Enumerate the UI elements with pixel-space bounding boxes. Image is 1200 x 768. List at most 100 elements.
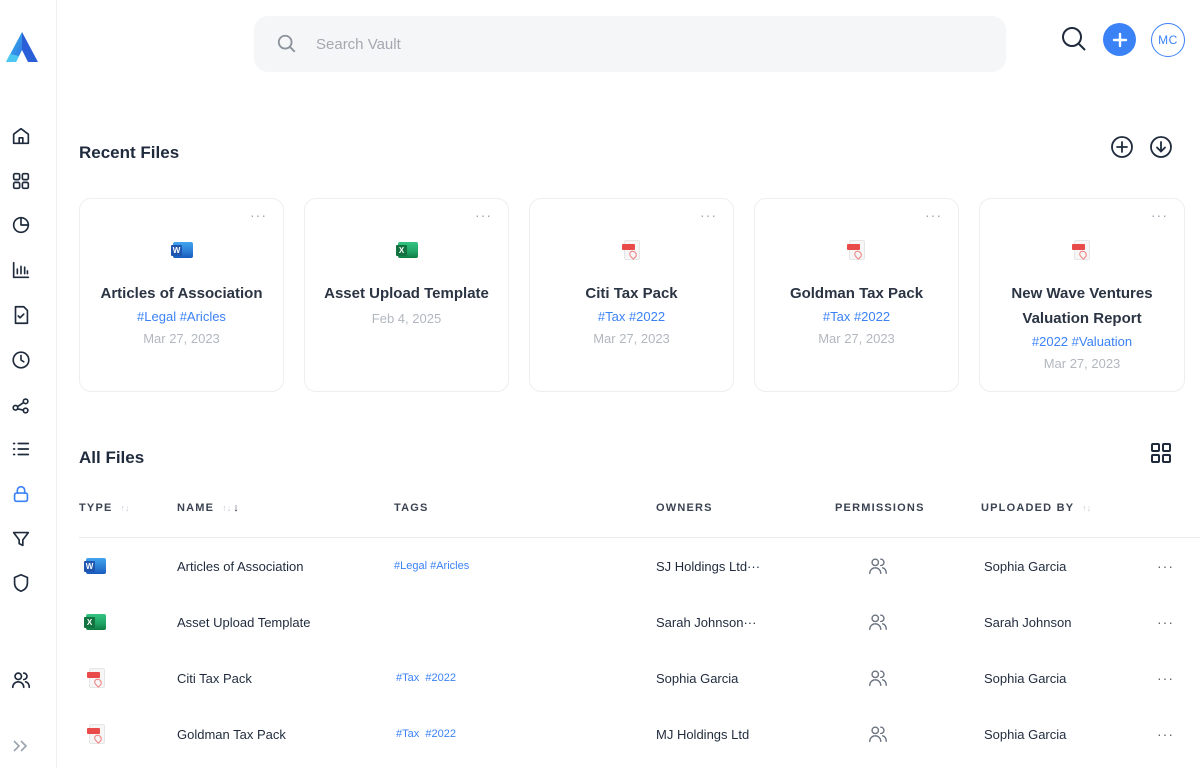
file-card-date: Feb 4, 2025: [371, 311, 442, 326]
users-icon[interactable]: [9, 668, 33, 692]
file-name[interactable]: Goldman Tax Pack: [177, 706, 286, 762]
all-files-title: All Files: [79, 448, 145, 467]
more-options-icon[interactable]: ···: [925, 207, 942, 223]
grid-view-icon: [1151, 443, 1171, 463]
column-header-tags: TAGS: [394, 502, 429, 514]
file-card-tags[interactable]: #2022 #Valuation: [1002, 331, 1162, 353]
table-row[interactable]: X Asset Upload Template Sarah Johnson···…: [79, 594, 1200, 650]
uploaded-by: Sophia Garcia: [984, 726, 1067, 742]
more-options-icon[interactable]: ···: [475, 207, 492, 223]
more-options-icon[interactable]: ···: [1157, 538, 1174, 594]
sidebar: [0, 0, 57, 768]
dashboard-grid-icon[interactable]: [9, 169, 33, 193]
file-card-date: Mar 27, 2023: [593, 331, 670, 346]
file-card[interactable]: ··· Goldman Tax Pack #Tax #2022 Mar 27, …: [754, 198, 959, 392]
file-card-tags[interactable]: #Tax #2022: [763, 306, 950, 328]
sort-desc-icon[interactable]: ↓: [233, 502, 239, 514]
pdf-file-icon: [87, 668, 105, 688]
pie-chart-icon[interactable]: [9, 213, 33, 237]
column-header-name[interactable]: NAME ↑↓ ↓: [177, 502, 239, 514]
file-card-title: Goldman Tax Pack: [789, 285, 924, 302]
recent-files-cards: ··· W Articles of Association #Legal #Ar…: [79, 198, 1185, 392]
file-owners: MJ Holdings Ltd: [656, 726, 750, 742]
file-card-date: Mar 27, 2023: [818, 331, 895, 346]
file-card-title: Articles of Association: [100, 285, 263, 302]
file-name[interactable]: Asset Upload Template: [177, 594, 310, 650]
file-card[interactable]: ··· Citi Tax Pack #Tax #2022 Mar 27, 202…: [529, 198, 734, 392]
permissions-icon[interactable]: [867, 650, 889, 706]
file-card[interactable]: ··· W Articles of Association #Legal #Ar…: [79, 198, 284, 392]
document-check-icon[interactable]: [9, 303, 33, 327]
download-button[interactable]: [1149, 135, 1173, 159]
shield-icon[interactable]: [9, 571, 33, 595]
more-options-icon[interactable]: ···: [1157, 594, 1174, 650]
home-icon[interactable]: [9, 124, 33, 148]
uploaded-by: Sarah Johnson: [984, 614, 1072, 630]
file-card-tags[interactable]: #Tax #2022: [538, 306, 725, 328]
table-row[interactable]: Citi Tax Pack #Tax #2022 Sophia Garcia S…: [79, 650, 1200, 706]
more-options-icon[interactable]: ···: [700, 207, 717, 223]
table-row[interactable]: W Articles of Association #Legal #Aricle…: [79, 538, 1200, 594]
file-card-title: Citi Tax Pack: [585, 285, 678, 302]
recent-files-title: Recent Files: [79, 143, 180, 162]
file-owners: Sarah Johnson···: [656, 614, 757, 630]
excel-file-icon: X: [396, 242, 418, 258]
file-card-tags[interactable]: #Legal #Aricles: [88, 306, 275, 328]
file-card[interactable]: ··· X Asset Upload Template Feb 4, 2025: [304, 198, 509, 392]
file-tags[interactable]: #Tax #2022: [396, 650, 456, 706]
more-options-icon[interactable]: ···: [1157, 706, 1174, 762]
permissions-icon[interactable]: [867, 706, 889, 762]
word-file-icon: W: [84, 558, 106, 574]
more-options-icon[interactable]: ···: [250, 207, 267, 223]
file-name[interactable]: Citi Tax Pack: [177, 650, 252, 706]
grid-view-toggle[interactable]: [1150, 442, 1172, 464]
pdf-file-icon: [1072, 240, 1090, 260]
global-search-button[interactable]: [1060, 25, 1090, 55]
column-header-uploaded-by[interactable]: UPLOADED BY ↑↓: [981, 502, 1091, 514]
table-row[interactable]: Goldman Tax Pack #Tax #2022 MJ Holdings …: [79, 706, 1200, 762]
file-owners: SJ Holdings Ltd···: [656, 558, 761, 574]
search-icon: [277, 34, 296, 53]
file-card-date: Mar 27, 2023: [1043, 356, 1121, 371]
add-file-button[interactable]: [1110, 135, 1134, 159]
uploaded-by: Sophia Garcia: [984, 670, 1067, 686]
file-name[interactable]: Articles of Association: [177, 538, 303, 594]
file-card[interactable]: ··· New Wave Ventures Valuation Report #…: [979, 198, 1185, 392]
permissions-icon[interactable]: [867, 538, 889, 594]
sort-icon[interactable]: ↑↓: [222, 503, 231, 513]
sort-icon[interactable]: ↑↓: [1082, 503, 1091, 513]
file-tags[interactable]: #Legal #Aricles: [394, 538, 469, 594]
file-tags[interactable]: #Tax #2022: [396, 706, 456, 762]
pdf-file-icon: [847, 240, 865, 260]
add-button[interactable]: [1103, 23, 1136, 56]
search-input[interactable]: [316, 35, 916, 53]
search-icon: [1062, 27, 1086, 51]
column-header-owners: OWNERS: [656, 502, 713, 514]
double-chevron-right-icon[interactable]: [10, 736, 32, 758]
pdf-file-icon: [622, 240, 640, 260]
excel-file-icon: X: [84, 614, 106, 630]
file-card-title: Asset Upload Template: [324, 285, 489, 302]
lock-icon[interactable]: [9, 482, 33, 506]
file-owners: Sophia Garcia: [656, 670, 739, 686]
more-options-icon[interactable]: ···: [1157, 650, 1174, 706]
download-circle-icon: [1150, 136, 1172, 158]
app-logo[interactable]: [4, 30, 40, 64]
column-header-type[interactable]: TYPE ↑↓: [79, 502, 130, 514]
filter-icon[interactable]: [9, 527, 33, 551]
clock-icon[interactable]: [9, 348, 33, 372]
list-icon[interactable]: [9, 437, 33, 461]
share-icon[interactable]: [9, 393, 33, 417]
file-card-title: New Wave Ventures Valuation Report: [1011, 285, 1153, 327]
plus-icon: [1112, 32, 1127, 47]
uploaded-by: Sophia Garcia: [984, 558, 1067, 574]
file-card-date: Mar 27, 2023: [143, 331, 220, 346]
more-options-icon[interactable]: ···: [1151, 207, 1168, 223]
bar-chart-icon[interactable]: [9, 258, 33, 282]
sort-icon[interactable]: ↑↓: [121, 503, 130, 513]
avatar[interactable]: MC: [1151, 23, 1185, 57]
word-file-icon: W: [171, 242, 193, 258]
permissions-icon[interactable]: [867, 594, 889, 650]
column-header-permissions: PERMISSIONS: [835, 502, 925, 514]
search-bar[interactable]: [254, 16, 1006, 72]
